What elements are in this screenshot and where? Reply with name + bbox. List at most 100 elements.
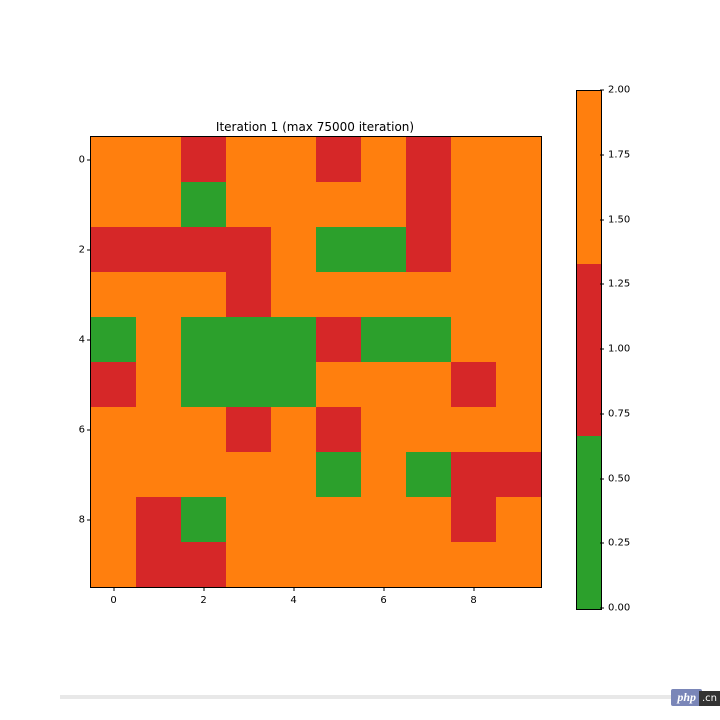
heatmap-cell [91,272,136,317]
heatmap-cell [451,227,496,272]
colorbar-tick-mark [600,349,604,350]
colorbar-tick-mark [600,284,604,285]
heatmap-cell [496,182,541,227]
heatmap-cell [226,497,271,542]
heatmap-cell [451,137,496,182]
heatmap-cell [271,497,316,542]
heatmap-cell [226,452,271,497]
heatmap-cell [271,272,316,317]
heatmap-cell [181,227,226,272]
heatmap-cell [496,407,541,452]
heatmap-cell [406,227,451,272]
colorbar-tick-label: 0.50 [608,473,630,484]
y-tick-label: 6 [67,424,85,435]
heatmap-cell [226,542,271,587]
heatmap-cell [91,542,136,587]
heatmap-cell [361,362,406,407]
heatmap-cell [496,227,541,272]
cn-badge: .cn [699,691,720,706]
y-tick-label: 4 [67,334,85,345]
heatmap-cell [226,137,271,182]
colorbar-tick-mark [600,478,604,479]
heatmap-cell [136,227,181,272]
heatmap-plot: 02468 02468 [90,136,542,588]
heatmap-cell [316,362,361,407]
colorbar-tick-mark [600,413,604,414]
heatmap-cell [451,182,496,227]
colorbar-tick-label: 1.75 [608,149,630,160]
y-tick-mark [87,339,91,340]
heatmap-cell [271,317,316,362]
heatmap-cell [91,452,136,497]
heatmap-cell [91,182,136,227]
colorbar [576,90,602,610]
heatmap-cell [406,182,451,227]
heatmap-cell [406,497,451,542]
heatmap-cell [271,182,316,227]
heatmap-cell [226,227,271,272]
colorbar-seg-0 [577,436,601,609]
heatmap-cell [316,137,361,182]
heatmap-cell [406,407,451,452]
heatmap-cell [451,407,496,452]
colorbar-tick-mark [600,90,604,91]
heatmap-cell [496,497,541,542]
heatmap-cell [136,407,181,452]
heatmap-cell [361,407,406,452]
x-tick-label: 6 [380,595,386,606]
heatmap-cell [451,317,496,362]
y-tick-label: 0 [67,154,85,165]
php-badge: php [671,689,702,706]
colorbar-tick-label: 1.25 [608,279,630,290]
heatmap-cell [91,362,136,407]
heatmap-cell [181,497,226,542]
colorbar-seg-2 [577,91,601,264]
x-tick-mark [293,587,294,591]
heatmap-cell [406,542,451,587]
heatmap-cell [316,497,361,542]
heatmap-cell [496,137,541,182]
heatmap-cell [316,272,361,317]
heatmap-cell [136,317,181,362]
heatmap-cell [136,137,181,182]
colorbar-tick-mark [600,154,604,155]
heatmap-cell [496,317,541,362]
heatmap-cell [226,272,271,317]
x-tick-mark [473,587,474,591]
x-tick-label: 2 [200,595,206,606]
heatmap-cell [316,227,361,272]
heatmap-grid [91,137,541,587]
colorbar-tick-label: 0.00 [608,603,630,614]
colorbar-tick-label: 2.00 [608,85,630,96]
heatmap-cell [181,182,226,227]
y-tick-mark [87,249,91,250]
heatmap-cell [91,317,136,362]
x-tick-mark [203,587,204,591]
heatmap-cell [136,182,181,227]
heatmap-cell [136,272,181,317]
y-tick-mark [87,519,91,520]
heatmap-cell [91,497,136,542]
heatmap-cell [451,452,496,497]
heatmap-cell [496,542,541,587]
heatmap-cell [181,272,226,317]
heatmap-cell [91,407,136,452]
page-title: Iteration 1 (max 75000 iteration) [90,120,540,134]
heatmap-cell [406,362,451,407]
y-tick-mark [87,429,91,430]
x-tick-mark [113,587,114,591]
footer-stripe [60,695,680,699]
colorbar-tick-mark [600,608,604,609]
heatmap-cell [316,182,361,227]
x-tick-label: 4 [290,595,296,606]
heatmap-cell [451,362,496,407]
heatmap-cell [226,317,271,362]
heatmap-cell [181,542,226,587]
heatmap-cell [361,137,406,182]
heatmap-cell [316,542,361,587]
heatmap-cell [361,452,406,497]
colorbar-tick-mark [600,543,604,544]
footer-badge-row: php .cn [0,688,720,706]
heatmap-cell [136,497,181,542]
heatmap-cell [361,542,406,587]
